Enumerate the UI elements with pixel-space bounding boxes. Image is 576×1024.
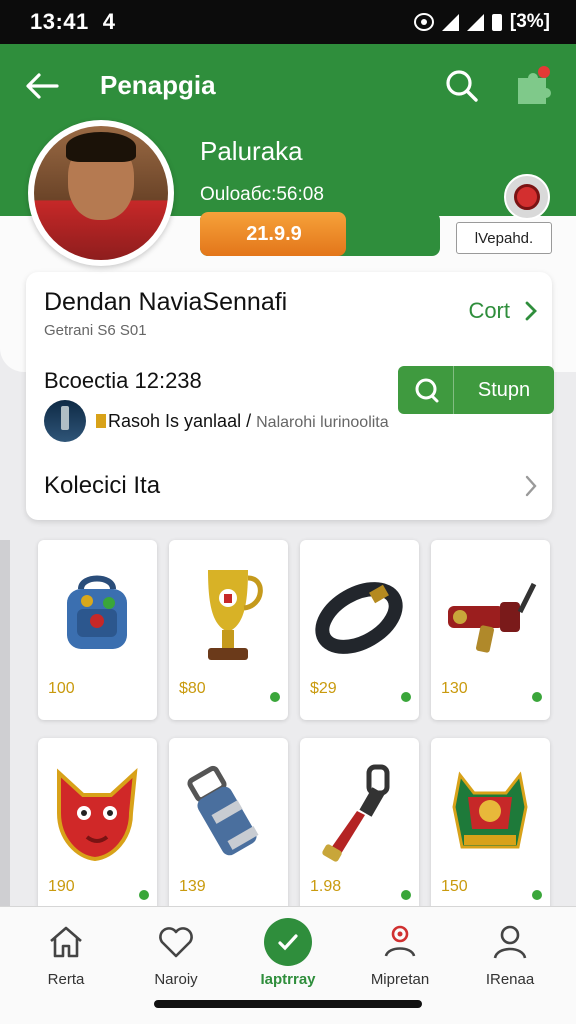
- bottle-icon: [178, 754, 278, 874]
- back-button[interactable]: [22, 66, 62, 106]
- cart-link[interactable]: Cort: [468, 298, 538, 324]
- blaster-icon: [440, 556, 540, 676]
- nav-label: Mipretan: [370, 971, 430, 988]
- cart-label: Cort: [468, 298, 510, 323]
- search-icon: [446, 70, 478, 102]
- battery-icon: [491, 13, 502, 31]
- available-dot: [139, 890, 149, 900]
- trophy-icon: [178, 556, 278, 676]
- nav-home[interactable]: Rerta: [16, 919, 116, 988]
- avatar-hair: [66, 132, 136, 162]
- channel-separator: /: [246, 410, 252, 431]
- arrow-left-icon: [26, 73, 59, 99]
- ball-icon: [514, 184, 540, 210]
- info-card: Dendan NaviaSennafi Getrani S6 S01 Cort …: [26, 272, 554, 520]
- signal-icon: [441, 13, 459, 31]
- item-grid: 100 $80 $29 130 190 139 1.98 150: [38, 540, 550, 918]
- collection-row[interactable]: Kolecici Ita: [26, 460, 552, 510]
- item-price: 190: [48, 878, 75, 895]
- item-card[interactable]: 100: [38, 540, 157, 720]
- available-dot: [270, 692, 280, 702]
- item-card[interactable]: 1.98: [300, 738, 419, 918]
- item-price: $29: [310, 680, 337, 697]
- fox-mask-icon: [47, 754, 147, 874]
- chat-icon: [398, 366, 454, 414]
- status-time: 13:41: [30, 9, 89, 34]
- channel-row[interactable]: Rasoh Is yanlaal / Nalarohi lurinoolita: [44, 400, 389, 442]
- channel-tag-icon: [96, 413, 106, 428]
- notification-button[interactable]: [510, 64, 554, 108]
- item-card[interactable]: 139: [169, 738, 288, 918]
- card-title: Dendan NaviaSennafi: [44, 288, 288, 316]
- signal-icon-2: [466, 13, 484, 31]
- profile-subtitle: Oulоaбc:56:08: [200, 184, 324, 205]
- hotspot-icon: [413, 13, 434, 31]
- item-card[interactable]: $80: [169, 540, 288, 720]
- nav-label: Naroiy: [154, 971, 198, 988]
- chevron-right-icon: [525, 475, 537, 497]
- avatar-photo: [34, 126, 168, 260]
- item-price: 1.98: [310, 878, 342, 895]
- status-bar: 13:41 4 [3%]: [0, 0, 576, 44]
- available-dot: [532, 692, 542, 702]
- item-price: 150: [441, 878, 468, 895]
- nav-rewards[interactable]: Mipretan: [350, 919, 450, 988]
- available-dot: [401, 890, 411, 900]
- channel-name: Rasoh Is yanlaal: [108, 410, 242, 431]
- channel-description: Nalarohi lurinoolita: [256, 413, 389, 431]
- stream-button[interactable]: Stupn: [398, 366, 554, 414]
- crest-icon: [440, 754, 540, 874]
- torch-icon: [309, 754, 409, 874]
- item-price: $80: [179, 680, 206, 697]
- nav-label: Iaptrray: [260, 971, 316, 988]
- heart-icon: [126, 919, 226, 965]
- search-button[interactable]: [440, 64, 484, 108]
- profile-name: Palurakа: [200, 136, 303, 166]
- badge-user-icon: [350, 919, 450, 965]
- item-price: 139: [179, 878, 206, 895]
- notification-dot: [538, 66, 550, 78]
- available-dot: [401, 692, 411, 702]
- event-date: Bcoectia 12:238: [44, 368, 202, 393]
- avatar[interactable]: [28, 120, 174, 266]
- details-button[interactable]: lVepahd.: [456, 222, 552, 254]
- available-dot: [532, 890, 542, 900]
- item-price: 130: [441, 680, 468, 697]
- status-indicator: 4: [102, 9, 116, 34]
- channel-avatar: [44, 400, 86, 442]
- item-card[interactable]: 150: [431, 738, 550, 918]
- nav-label: IRenaa: [485, 971, 535, 988]
- backpack-icon: [47, 556, 147, 676]
- profile-icon: [460, 919, 560, 965]
- battery-text: [3%]: [509, 11, 550, 32]
- stream-label: Stupn: [477, 378, 531, 401]
- nav-label: Rerta: [47, 971, 85, 988]
- channel-text: Rasoh Is yanlaal / Nalarohi lurinoolita: [96, 411, 389, 432]
- nav-favorites[interactable]: Naroiy: [126, 919, 226, 988]
- page-title: Penapgia: [100, 70, 216, 100]
- collection-label: Kolecici Ita: [44, 472, 161, 499]
- nav-profile[interactable]: IRenaa: [460, 919, 560, 988]
- item-price: 100: [48, 680, 75, 697]
- nav-library[interactable]: Iaptrray: [238, 918, 338, 988]
- chevron-right-icon: [525, 301, 537, 321]
- item-card[interactable]: 130: [431, 540, 550, 720]
- item-card[interactable]: $29: [300, 540, 419, 720]
- item-card[interactable]: 190: [38, 738, 157, 918]
- card-subtitle: Getrani S6 S01: [44, 322, 147, 339]
- home-indicator[interactable]: [154, 1000, 422, 1008]
- check-icon: [238, 918, 338, 966]
- scroll-edge: [0, 540, 10, 910]
- wristband-icon: [309, 556, 409, 676]
- home-icon: [16, 919, 116, 965]
- status-icons: [3%]: [413, 11, 550, 33]
- team-badge[interactable]: [504, 174, 550, 220]
- progress-value: 21.9.9: [246, 222, 302, 245]
